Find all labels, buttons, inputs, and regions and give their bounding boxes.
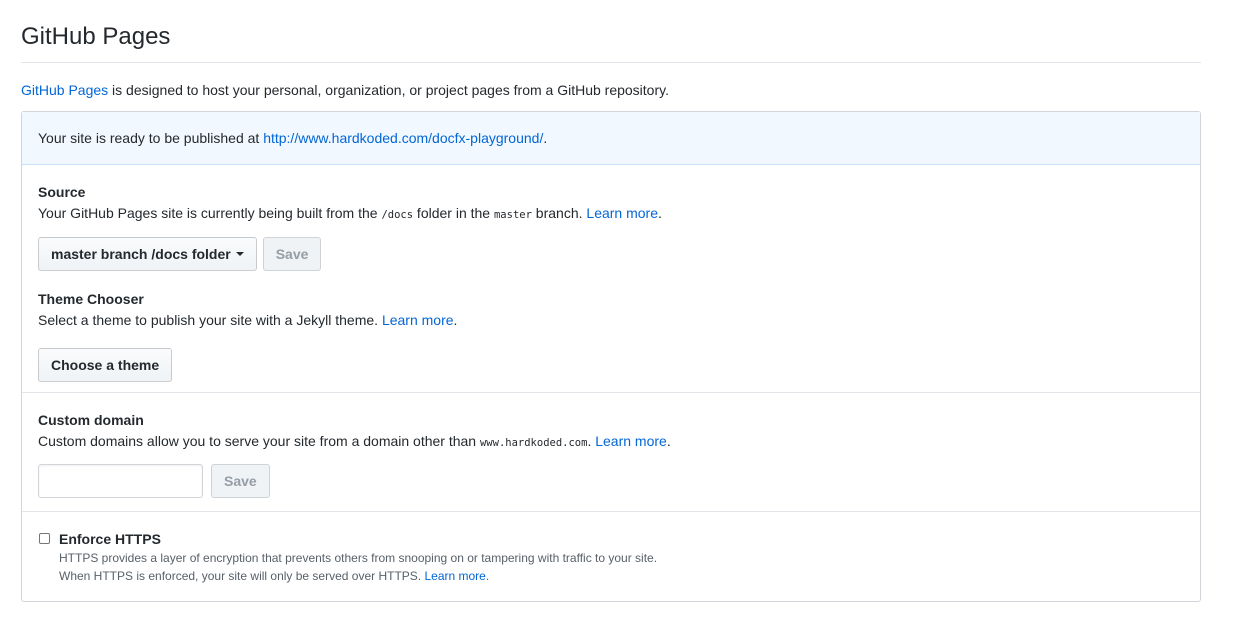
choose-theme-button[interactable]: Choose a theme — [38, 348, 173, 382]
https-section: Enforce HTTPS HTTPS provides a layer of … — [22, 512, 1200, 601]
source-description: Your GitHub Pages site is currently bein… — [38, 203, 1184, 225]
source-branch-dropdown[interactable]: master branch /docs folder — [38, 237, 257, 271]
theme-chooser-label: Theme Chooser — [38, 291, 144, 307]
theme-controls: Choose a theme — [38, 348, 1184, 382]
enforce-https-label[interactable]: Enforce HTTPS — [59, 529, 161, 549]
custom-domain-code: www.hardkoded.com — [479, 437, 588, 449]
https-note-2-text: When HTTPS is enforced, your site will o… — [59, 569, 425, 583]
pages-settings-box: Your site is ready to be published at ht… — [21, 111, 1201, 602]
https-note-2: When HTTPS is enforced, your site will o… — [59, 567, 489, 585]
source-branch-code: master — [493, 209, 532, 221]
source-learn-more-link[interactable]: Learn more — [586, 205, 658, 221]
source-desc-text-2: folder in the — [413, 205, 494, 221]
page-header: GitHub Pages — [21, 0, 1201, 63]
custom-domain-desc-text: Custom domains allow you to serve your s… — [38, 433, 480, 449]
source-save-button[interactable]: Save — [262, 237, 322, 271]
intro-text: is designed to host your personal, organ… — [108, 82, 669, 98]
custom-domain-learn-more-link[interactable]: Learn more — [595, 433, 667, 449]
source-folder-code: /docs — [381, 209, 414, 221]
source-dropdown-label: master branch /docs folder — [51, 246, 231, 262]
theme-desc-text: Select a theme to publish your site with… — [38, 312, 382, 328]
caret-down-icon — [235, 252, 244, 257]
github-pages-link[interactable]: GitHub Pages — [21, 82, 108, 98]
https-note-end: . — [485, 569, 490, 583]
intro-paragraph: GitHub Pages is designed to host your pe… — [21, 80, 1201, 100]
source-label: Source — [38, 184, 86, 200]
site-url-link[interactable]: http://www.hardkoded.com/docfx-playgroun… — [263, 130, 543, 146]
source-controls: master branch /docs folder Save — [38, 237, 1184, 271]
theme-desc-end: . — [453, 312, 458, 328]
https-learn-more-link[interactable]: Learn more — [424, 569, 485, 583]
theme-description: Select a theme to publish your site with… — [38, 310, 1184, 330]
source-desc-text-3: branch. — [531, 205, 587, 221]
source-desc-text: Your GitHub Pages site is currently bein… — [38, 205, 382, 221]
settings-page: GitHub Pages GitHub Pages is designed to… — [21, 0, 1201, 602]
page-title: GitHub Pages — [21, 23, 171, 50]
custom-domain-description: Custom domains allow you to serve your s… — [38, 431, 1184, 453]
custom-domain-label: Custom domain — [38, 412, 144, 428]
source-section: Source Your GitHub Pages site is current… — [22, 165, 1200, 393]
source-desc-end: . — [658, 205, 662, 221]
publish-notice: Your site is ready to be published at ht… — [22, 112, 1200, 165]
custom-domain-controls: Save — [38, 464, 1184, 498]
publish-notice-text: Your site is ready to be published at — [38, 130, 264, 146]
https-note-1: HTTPS provides a layer of encryption tha… — [59, 551, 658, 565]
custom-domain-section: Custom domain Custom domains allow you t… — [22, 393, 1200, 512]
theme-learn-more-link[interactable]: Learn more — [382, 312, 454, 328]
custom-domain-desc-end: . — [666, 433, 671, 449]
publish-notice-suffix: . — [543, 130, 548, 146]
enforce-https-checkbox[interactable] — [39, 533, 50, 544]
custom-domain-input[interactable] — [38, 464, 203, 498]
custom-domain-save-button[interactable]: Save — [211, 464, 270, 498]
